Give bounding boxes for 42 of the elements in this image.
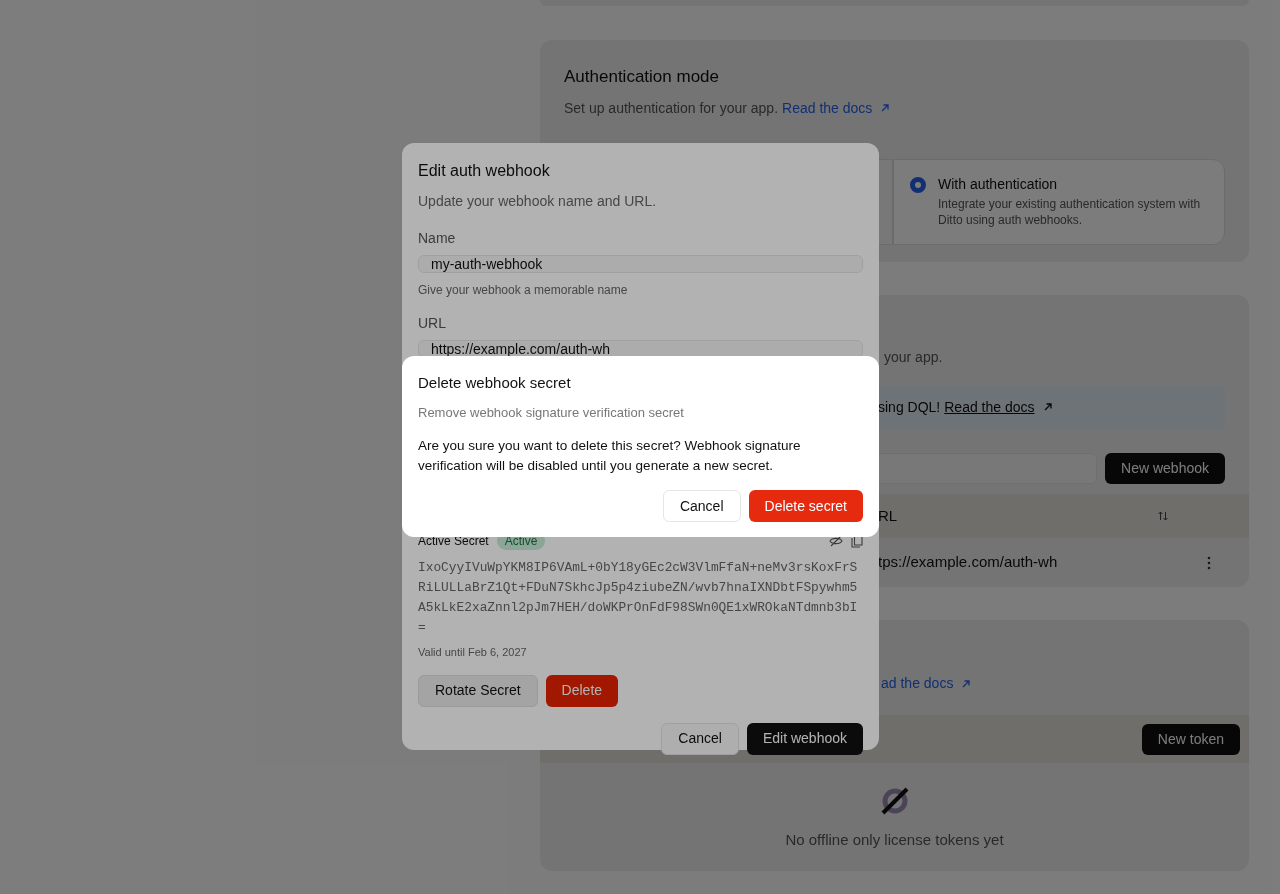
delete-secret-button[interactable]: Delete secret bbox=[748, 490, 863, 522]
sort-icon[interactable] bbox=[1157, 510, 1169, 523]
more-options-icon[interactable] bbox=[1207, 555, 1211, 570]
dialog-description: Update your webhook name and URL. bbox=[418, 192, 658, 211]
copy-icon[interactable] bbox=[851, 534, 863, 548]
secret-value: IxoCyyIVuWpYKM8IP6VAmL+0bY18yGEc2cW3VlmFfaN+neMv3rsKoxFrSRiLULLaBrZ1Qt+FDuN7SkhcJp5p4ziubeZN/wvb7hnaIXNDbtFSpywhm5A5kLkE2xaZnnl2pJm7HEH/doWKPrOnFdF98SWn0QE1xWROkaNTdmnb3bI= bbox=[418, 559, 859, 637]
hide-icon[interactable] bbox=[829, 534, 843, 548]
section-description: your app. bbox=[884, 348, 944, 367]
rotate-secret-button[interactable]: Rotate Secret bbox=[418, 674, 538, 707]
external-link-icon bbox=[961, 678, 972, 689]
radio-button[interactable] bbox=[910, 176, 926, 193]
table-cell-text: tps://example.com/auth-wh bbox=[878, 552, 1059, 573]
new-webhook-button[interactable]: New webhook bbox=[1105, 452, 1225, 485]
dialog-message: Are you sure you want to delete this secret? Webhook signature verification will be disabled until you generate a new secret. bbox=[418, 437, 802, 475]
empty-state-icon bbox=[880, 787, 909, 815]
dialog-title: Delete webhook secret bbox=[418, 373, 572, 393]
dialog-title: Edit auth webhook bbox=[418, 161, 551, 181]
secret-label: Active Secret bbox=[418, 533, 489, 550]
cancel-button[interactable]: Cancel bbox=[662, 490, 741, 522]
new-token-button[interactable]: New token bbox=[1141, 723, 1240, 755]
docs-link[interactable]: Read the docs bbox=[782, 97, 891, 119]
edit-webhook-button[interactable]: Edit webhook bbox=[746, 722, 863, 755]
option-card[interactable]: With authentication Integrate your existing authentication system with Ditto using auth webhooks. bbox=[893, 158, 1225, 245]
option-title: With authentication bbox=[938, 175, 1059, 192]
name-input[interactable]: my-auth-webhook bbox=[418, 255, 863, 273]
field-label: URL bbox=[418, 314, 447, 333]
banner-text: sing DQL! bbox=[878, 397, 941, 417]
docs-link[interactable]: ad the docs bbox=[881, 673, 1249, 694]
dialog-description: Remove webhook signature verification secret bbox=[418, 403, 685, 422]
field-hint: Give your webhook a memorable name bbox=[418, 282, 629, 299]
section-description: Set up authentication for your app. bbox=[564, 98, 779, 118]
option-description: Integrate your existing authentication system with Ditto using auth webhooks. bbox=[938, 195, 1202, 228]
delete-button[interactable]: Delete bbox=[545, 674, 619, 707]
empty-state-text: No offline only license tokens yet bbox=[785, 830, 1004, 850]
cancel-button[interactable]: Cancel bbox=[661, 722, 739, 755]
section-title: Authentication mode bbox=[564, 66, 720, 88]
valid-until-text: Valid until Feb 6, 2027 bbox=[418, 645, 528, 660]
external-link-icon bbox=[880, 103, 891, 113]
external-link-icon bbox=[1042, 402, 1053, 413]
docs-link[interactable]: Read the docs bbox=[944, 396, 1053, 418]
column-header: RL bbox=[878, 505, 899, 526]
field-label: Name bbox=[418, 229, 457, 248]
